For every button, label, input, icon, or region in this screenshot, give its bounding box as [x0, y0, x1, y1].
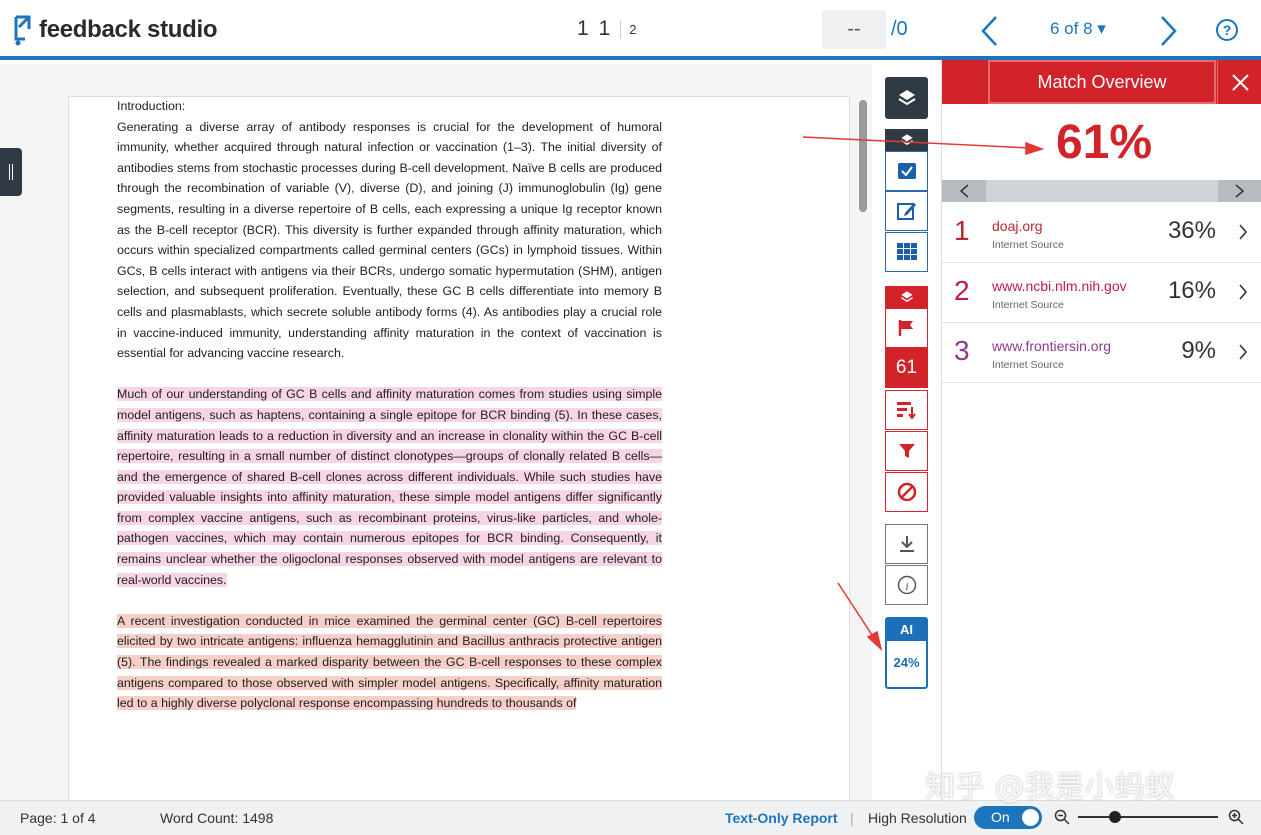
arrowhead	[1025, 141, 1045, 156]
text-only-report-link[interactable]: Text-Only Report	[725, 810, 838, 826]
zoom-slider[interactable]	[1078, 811, 1218, 823]
high-resolution-label: High Resolution	[868, 810, 967, 826]
zoom-slider-thumb[interactable]	[1109, 811, 1121, 823]
toggle-knob	[1022, 809, 1039, 826]
word-count: Word Count: 1498	[160, 810, 274, 826]
page-indicator: Page: 1 of 4	[20, 810, 96, 826]
zoom-out-icon[interactable]	[1054, 809, 1070, 825]
watermark: 知乎 @我是小蚂蚁	[925, 770, 1175, 805]
zoom-in-icon[interactable]	[1228, 809, 1244, 825]
divider: |	[850, 810, 854, 826]
toggle-label: On	[991, 809, 1010, 825]
high-resolution-toggle[interactable]: On	[974, 806, 1042, 829]
arrow-to-percentage	[802, 136, 1031, 149]
arrow-to-ai	[837, 582, 875, 639]
arrowhead	[866, 630, 883, 652]
annotation-arrows	[802, 136, 1045, 652]
